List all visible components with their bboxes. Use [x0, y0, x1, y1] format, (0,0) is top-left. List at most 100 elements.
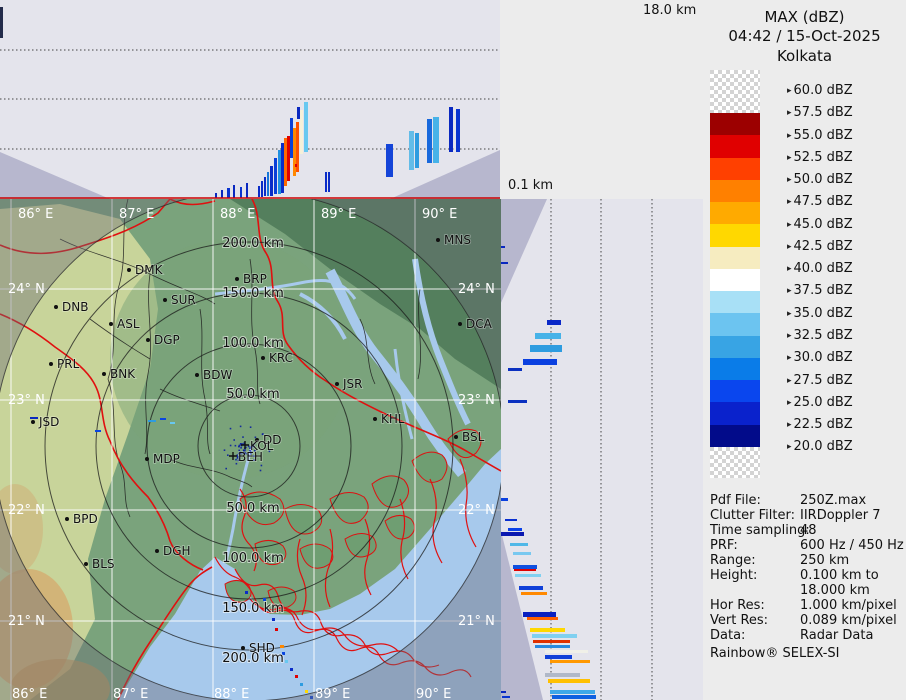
- legend-panel: MAX (dBZ) 04:42 / 15-Oct-2025 Kolkata ▸ 6…: [703, 0, 906, 700]
- clutter-dot: [235, 458, 237, 461]
- range-ring-label: 100.0 km: [222, 336, 284, 351]
- echo-bar: [508, 400, 527, 403]
- echo-bar: [415, 133, 419, 168]
- echo-bar: [548, 679, 590, 683]
- echo-bar: [550, 660, 590, 663]
- legend-tick-label: 40.0 dBZ: [793, 261, 853, 277]
- legend-tick: ▸ 25.0 dBZ: [787, 395, 853, 410]
- info-value: 48: [800, 523, 817, 538]
- echo-bar: [233, 185, 235, 198]
- map-echo-speck: [95, 430, 101, 432]
- echo-bar: [545, 650, 588, 653]
- echo-bar: [300, 110, 303, 154]
- echo-bar: [267, 172, 269, 196]
- longitude-label-top: 90° E: [422, 207, 457, 222]
- info-value: 250Z.max: [800, 493, 867, 508]
- latitude-label-right: 23° N: [458, 393, 495, 408]
- clutter-dot: [229, 427, 232, 430]
- legend-tick: ▸ 52.5 dBZ: [787, 150, 853, 165]
- echo-bar: [328, 172, 330, 192]
- clutter-dot: [260, 464, 263, 467]
- echo-bar: [513, 565, 537, 569]
- top-height-profile-panel: [0, 0, 500, 199]
- tick-arrow-icon: ▸: [787, 353, 792, 364]
- echo-bar: [456, 109, 460, 152]
- echo-bar: [293, 128, 296, 176]
- info-value: 1.000 km/pixel: [800, 598, 897, 613]
- echo-bar: [284, 138, 287, 186]
- legend-tick: ▸ 50.0 dBZ: [787, 173, 853, 187]
- legend-tick-label: 57.5 dBZ: [793, 105, 853, 121]
- city-label: DCA: [466, 317, 493, 331]
- clutter-dot: [242, 436, 244, 438]
- tick-arrow-icon: ▸: [787, 241, 792, 252]
- city-dot: [54, 305, 58, 309]
- city-dot: [49, 362, 53, 366]
- longitude-label-bottom: 90° E: [416, 687, 451, 700]
- echo-bar: [274, 158, 277, 194]
- map-echo-speck: [285, 660, 288, 663]
- legend-tick-label: 50.0 dBZ: [793, 172, 853, 188]
- echo-bar: [295, 164, 297, 167]
- clutter-dot: [234, 444, 237, 447]
- city-dot: [127, 268, 131, 272]
- top-profile-plot: [0, 7, 500, 199]
- latitude-label-left: 23° N: [8, 393, 45, 408]
- info-value: 18.000 km: [800, 583, 870, 598]
- city-label: ASL: [117, 317, 140, 331]
- city-dot: [84, 562, 88, 566]
- legend-tick: ▸ 22.5 dBZ: [787, 418, 853, 432]
- city-label: PRL: [57, 357, 80, 371]
- city-dot: [373, 417, 377, 421]
- legend-swatch: [710, 402, 760, 425]
- city-dot: [436, 238, 440, 242]
- map-echo-speck: [272, 618, 275, 621]
- info-label: Hor Res:: [710, 598, 765, 613]
- echo-bar: [0, 7, 3, 38]
- echo-bar: [519, 586, 543, 590]
- echo-bar: [545, 673, 580, 677]
- city-label: SHD: [249, 641, 275, 655]
- software-brand: Rainbow® SELEX-SI: [710, 646, 840, 661]
- beam-shadow-wedge-top: [500, 199, 547, 305]
- echo-bar: [409, 131, 414, 170]
- echo-bar: [527, 617, 558, 620]
- legend-tick-label: 37.5 dBZ: [793, 283, 853, 299]
- radar-product-screen: 86° E 86° E 87° E 87° E 88° E 88° E 89° E 89° E…: [0, 0, 906, 700]
- info-label: Vert Res:: [710, 613, 769, 628]
- city-label: BEH: [238, 450, 263, 464]
- legend-swatch: [710, 246, 760, 269]
- legend-tick: ▸ 40.0 dBZ: [787, 262, 853, 276]
- latitude-label-left: 21° N: [8, 614, 45, 629]
- city-dot: [163, 298, 167, 302]
- legend-swatch: [710, 357, 760, 381]
- city-dot: [235, 277, 239, 281]
- echo-bar: [535, 333, 561, 339]
- top-profile-echoes: [0, 7, 460, 198]
- info-value: 250 km: [800, 553, 850, 568]
- clutter-dot: [233, 439, 235, 441]
- clutter-dot: [239, 425, 242, 428]
- city-label: BNK: [110, 367, 136, 381]
- tick-arrow-icon: ▸: [787, 397, 792, 408]
- echo-bar: [514, 569, 536, 571]
- echo-bar: [500, 498, 508, 501]
- longitude-label-bottom: 89° E: [315, 687, 350, 700]
- city-label: DGH: [163, 544, 191, 558]
- legend-tick: ▸ 55.0 dBZ: [787, 128, 853, 143]
- side-height-profile-panel: [500, 199, 703, 700]
- latitude-label-left: 22° N: [8, 503, 45, 518]
- echo-bar: [505, 519, 517, 521]
- city-label: JSR: [342, 377, 363, 391]
- info-label: Clutter Filter:: [710, 508, 795, 523]
- tick-arrow-icon: ▸: [787, 130, 792, 141]
- clutter-dot: [235, 462, 238, 465]
- longitude-label-top: 88° E: [220, 207, 255, 222]
- echo-bar: [530, 345, 562, 352]
- side-profile-plot: [500, 199, 653, 700]
- clutter-dot: [227, 454, 229, 456]
- legend-swatch: [710, 291, 760, 314]
- clutter-dot: [240, 447, 242, 449]
- echo-bar: [449, 107, 453, 152]
- city-label: DMK: [135, 263, 164, 277]
